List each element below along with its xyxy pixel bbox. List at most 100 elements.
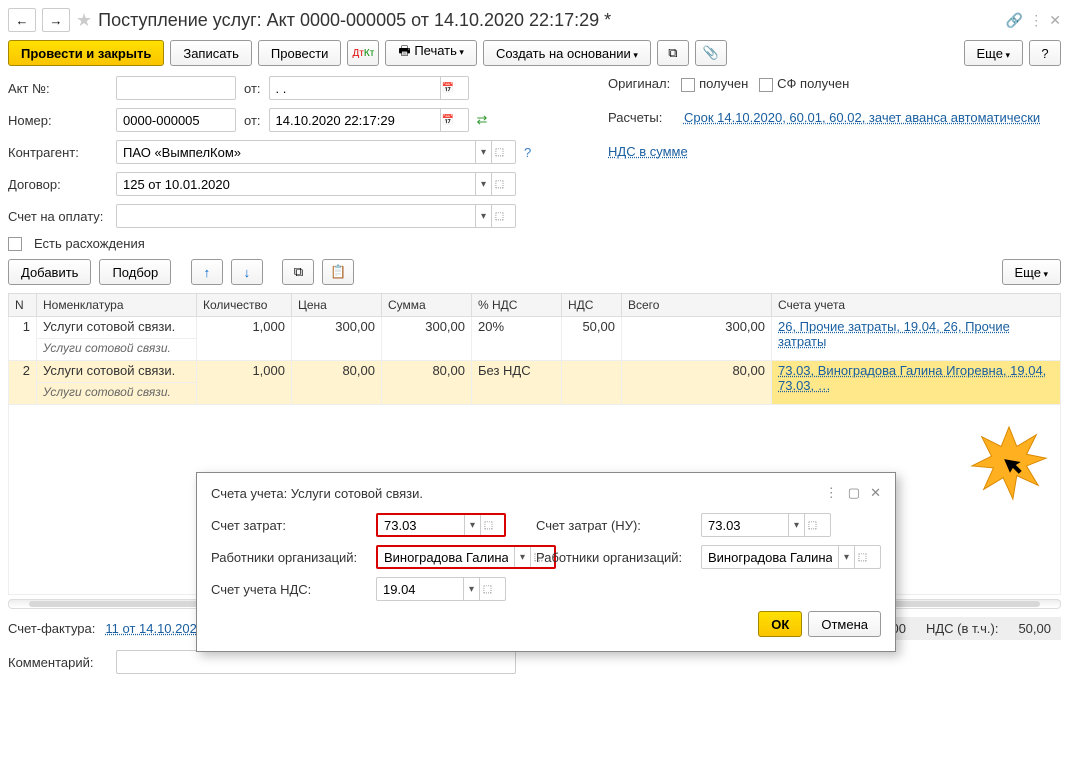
ok-button[interactable]: ОК [758, 611, 802, 637]
received-label: получен [699, 76, 748, 91]
paste-button[interactable]: 📋 [322, 259, 354, 285]
cost-acc-dropdown-icon[interactable]: ▾ [464, 515, 480, 535]
copy-button[interactable]: ⧉ [282, 259, 314, 285]
invoice-open-icon[interactable]: ⬚ [491, 205, 507, 227]
sf-received-checkbox[interactable] [759, 78, 773, 92]
comment-label: Комментарий: [8, 655, 108, 670]
col-qty: Количество [197, 294, 292, 317]
col-nom: Номенклатура [37, 294, 197, 317]
add-row-button[interactable]: Добавить [8, 259, 91, 285]
vat-acc-label: Счет учета НДС: [211, 582, 366, 597]
popup-close-icon[interactable]: ✕ [870, 485, 881, 501]
number-input[interactable] [117, 109, 227, 131]
vat-mode-link[interactable]: НДС в сумме [608, 144, 688, 159]
col-price: Цена [292, 294, 382, 317]
favorite-star-icon[interactable]: ★ [76, 10, 92, 31]
cost-acc-open-icon[interactable]: ⬚ [480, 515, 496, 535]
date-input[interactable] [270, 109, 440, 131]
workers2-input[interactable] [702, 546, 838, 568]
contract-dropdown-icon[interactable]: ▾ [475, 173, 491, 195]
cancel-button[interactable]: Отмена [808, 611, 881, 637]
col-total: Всего [622, 294, 772, 317]
structure-button[interactable]: ⧉ [657, 40, 689, 66]
attach-button[interactable]: 📎 [695, 40, 727, 66]
workers2-label: Работники организаций: [536, 550, 691, 565]
print-button[interactable]: 🖶 Печать [385, 40, 477, 66]
col-n: N [9, 294, 37, 317]
col-sum: Сумма [382, 294, 472, 317]
accounts-link-1[interactable]: 26, Прочие затраты, 19.04, 26, Прочие за… [778, 319, 1010, 349]
sf-link[interactable]: 11 от 14.10.2020 [105, 621, 204, 636]
link-icon[interactable]: 🔗 [1006, 12, 1023, 29]
menu-dots-icon[interactable]: ⋮ [1029, 12, 1043, 29]
table-row[interactable]: 2 Услуги сотовой связи. 1,000 80,00 80,0… [9, 361, 1061, 383]
workers-label: Работники организаций: [211, 550, 366, 565]
move-down-button[interactable]: ↓ [231, 259, 263, 285]
cost-acc-nu-label: Счет затрат (НУ): [536, 518, 691, 533]
save-button[interactable]: Записать [170, 40, 252, 66]
vat-incl-value: 50,00 [1018, 621, 1051, 636]
received-checkbox[interactable] [681, 78, 695, 92]
contract-input[interactable] [117, 173, 475, 195]
cost-acc-nu-dropdown-icon[interactable]: ▾ [788, 514, 804, 536]
more-button[interactable]: Еще [964, 40, 1023, 66]
workers2-open-icon[interactable]: ⬚ [854, 546, 870, 568]
cost-acc-nu-open-icon[interactable]: ⬚ [804, 514, 820, 536]
calendar-icon-2[interactable]: 📅 [440, 109, 456, 131]
original-label: Оригинал: [608, 76, 670, 91]
from-label-2: от: [244, 113, 261, 128]
nav-forward-button[interactable]: → [42, 8, 70, 32]
contract-open-icon[interactable]: ⬚ [491, 173, 507, 195]
calc-label: Расчеты: [608, 110, 662, 125]
act-no-label: Акт №: [8, 81, 108, 96]
invoice-input[interactable] [117, 205, 475, 227]
popup-title: Счета учета: Услуги сотовой связи. [211, 486, 423, 501]
accounts-link-2[interactable]: 73.03, Виноградова Галина Игоревна, 19.0… [778, 363, 1046, 393]
vat-incl-label: НДС (в т.ч.): [926, 621, 999, 636]
contragent-help-icon[interactable]: ? [524, 145, 531, 160]
number-label: Номер: [8, 113, 108, 128]
discrep-checkbox[interactable] [8, 237, 22, 251]
contragent-input[interactable] [117, 141, 475, 163]
post-and-close-button[interactable]: Провести и закрыть [8, 40, 164, 66]
sf-received-label: СФ получен [777, 76, 849, 91]
calendar-icon[interactable]: 📅 [440, 77, 456, 99]
col-acc: Счета учета [772, 294, 1061, 317]
workers-dropdown-icon[interactable]: ▾ [514, 547, 530, 567]
discrep-label: Есть расхождения [34, 236, 145, 251]
cost-acc-input[interactable] [378, 514, 464, 536]
calc-link[interactable]: Срок 14.10.2020, 60.01, 60.02, зачет ава… [684, 110, 1040, 125]
col-vatpct: % НДС [472, 294, 562, 317]
vat-acc-input[interactable] [377, 578, 463, 600]
table-row[interactable]: 1 Услуги сотовой связи. 1,000 300,00 300… [9, 317, 1061, 339]
contragent-label: Контрагент: [8, 145, 108, 160]
vat-acc-dropdown-icon[interactable]: ▾ [463, 578, 479, 600]
workers-input[interactable] [378, 546, 514, 568]
date-status-icon: ⇄ [477, 112, 488, 128]
invoice-dropdown-icon[interactable]: ▾ [475, 205, 491, 227]
create-on-basis-button[interactable]: Создать на основании [483, 40, 651, 66]
nav-back-button[interactable]: ← [8, 8, 36, 32]
invoice-label: Счет на оплату: [8, 209, 108, 224]
contragent-dropdown-icon[interactable]: ▾ [475, 141, 491, 163]
move-up-button[interactable]: ↑ [191, 259, 223, 285]
dt-kt-button[interactable]: ДтКт [347, 40, 379, 66]
comment-input[interactable] [117, 651, 511, 673]
page-title: Поступление услуг: Акт 0000-000005 от 14… [98, 10, 611, 31]
cost-acc-label: Счет затрат: [211, 518, 366, 533]
col-vat: НДС [562, 294, 622, 317]
post-button[interactable]: Провести [258, 40, 342, 66]
popup-maximize-icon[interactable]: ▢ [848, 485, 860, 501]
cost-acc-nu-input[interactable] [702, 514, 788, 536]
table-more-button[interactable]: Еще [1002, 259, 1061, 285]
contragent-open-icon[interactable]: ⬚ [491, 141, 507, 163]
act-date-input[interactable] [270, 77, 440, 99]
sf-label: Счет-фактура: [8, 621, 95, 636]
vat-acc-open-icon[interactable]: ⬚ [479, 578, 495, 600]
accounts-popup: Счета учета: Услуги сотовой связи. ⋮ ▢ ✕… [196, 472, 896, 652]
close-icon[interactable]: ✕ [1049, 12, 1061, 29]
help-button[interactable]: ? [1029, 40, 1061, 66]
pick-button[interactable]: Подбор [99, 259, 171, 285]
popup-menu-icon[interactable]: ⋮ [825, 485, 838, 501]
workers2-dropdown-icon[interactable]: ▾ [838, 546, 854, 568]
